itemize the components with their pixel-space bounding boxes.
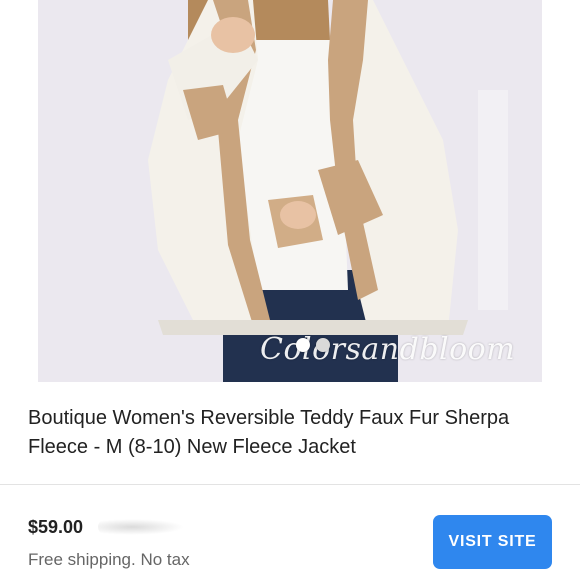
product-title[interactable]: Boutique Women's Reversible Teddy Faux F… — [28, 404, 548, 462]
jacket-illustration — [38, 0, 542, 382]
divider — [0, 484, 580, 485]
product-image-area: Colorsandbloom — [0, 0, 580, 382]
seller-name-blurred — [98, 519, 184, 535]
shipping-info: Free shipping. No tax — [28, 550, 190, 569]
carousel-dot[interactable] — [316, 338, 330, 352]
product-photo[interactable]: Colorsandbloom — [38, 0, 542, 382]
carousel-indicator[interactable] — [296, 338, 330, 352]
carousel-dot-active[interactable] — [296, 338, 310, 352]
price: $59.00 — [28, 517, 84, 537]
visit-site-button[interactable]: VISIT SITE — [433, 515, 552, 569]
